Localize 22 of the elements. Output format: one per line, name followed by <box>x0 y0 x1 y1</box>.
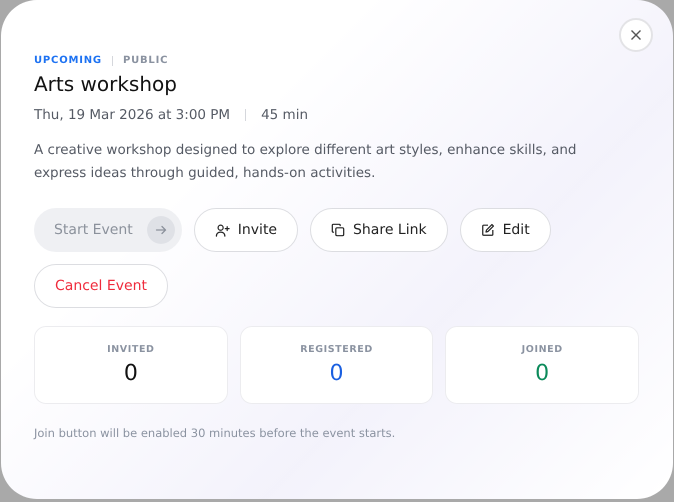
status-label: UPCOMING <box>34 55 102 66</box>
event-title: Arts workshop <box>34 72 178 96</box>
stat-label: INVITED <box>107 344 155 355</box>
edit-button[interactable]: Edit <box>460 208 551 252</box>
user-plus-icon <box>214 222 230 238</box>
cancel-event-button[interactable]: Cancel Event <box>34 264 168 308</box>
stat-label: REGISTERED <box>300 344 373 355</box>
stat-value: 0 <box>330 361 344 386</box>
close-icon <box>630 29 642 41</box>
invite-button[interactable]: Invite <box>194 208 298 252</box>
stat-value: 0 <box>124 361 138 386</box>
stat-value: 0 <box>535 361 550 386</box>
event-duration: 45 min <box>261 107 308 123</box>
close-button[interactable] <box>619 18 653 52</box>
copy-icon <box>331 223 346 237</box>
info-note: Join button will be enabled 30 minutes before the event starts. <box>34 426 396 440</box>
event-description: A creative workshop designed to explore different art styles, enhance skills, and express ideas through guided, hands-on activities. <box>34 141 578 183</box>
visibility-label: PUBLIC <box>122 55 168 66</box>
event-date: Thu, 19 Mar 2026 at 3:00 PM <box>34 107 230 123</box>
edit-icon <box>480 223 495 237</box>
share-button[interactable]: Share Link <box>310 208 448 252</box>
stat-label: JOINED <box>522 344 563 355</box>
